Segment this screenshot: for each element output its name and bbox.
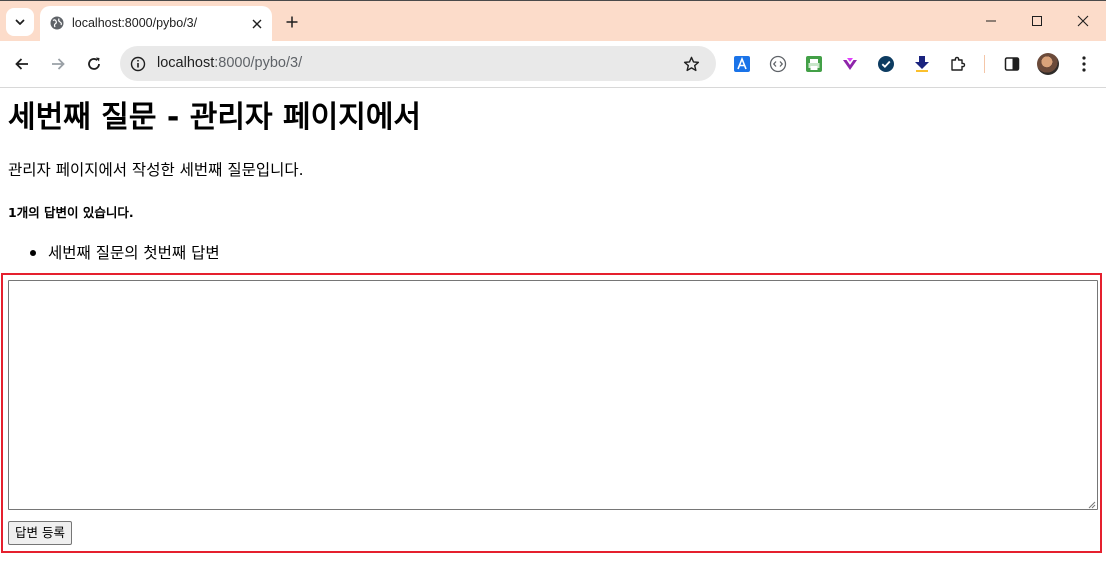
- translate-icon: [733, 55, 751, 73]
- minimize-button[interactable]: [968, 7, 1014, 35]
- tab-strip: localhost:8000/pybo/3/: [0, 0, 1106, 42]
- tab-title: localhost:8000/pybo/3/: [72, 16, 198, 30]
- reload-icon: [86, 56, 102, 72]
- chevron-down-icon: [14, 16, 26, 28]
- minimize-icon: [985, 15, 997, 27]
- address-bar[interactable]: localhost:8000/pybo/3/: [120, 46, 716, 81]
- close-window-button[interactable]: [1060, 7, 1106, 35]
- answer-item: 세번째 질문의 첫번째 답변: [0, 242, 220, 264]
- reload-button[interactable]: [82, 52, 106, 76]
- answer-text: 세번째 질문의 첫번째 답변: [48, 244, 220, 262]
- puzzle-icon: [949, 55, 967, 73]
- profile-avatar[interactable]: [1037, 53, 1059, 75]
- new-tab-button[interactable]: [282, 12, 302, 32]
- bullet-icon: [30, 250, 36, 256]
- site-info-icon[interactable]: [128, 54, 148, 74]
- back-button[interactable]: [10, 52, 34, 76]
- active-tab[interactable]: localhost:8000/pybo/3/: [40, 6, 272, 42]
- question-content: 관리자 페이지에서 작성한 세번째 질문입니다.: [8, 161, 304, 179]
- maximize-button[interactable]: [1014, 7, 1060, 35]
- arrow-left-icon: [14, 56, 30, 72]
- more-vertical-icon: [1082, 56, 1086, 72]
- toolbar-divider: [984, 55, 985, 73]
- forward-button[interactable]: [46, 52, 70, 76]
- bookmark-star-icon[interactable]: [681, 54, 701, 74]
- code-extension[interactable]: [767, 53, 789, 75]
- printer-extension[interactable]: [803, 53, 825, 75]
- spark-icon: [841, 55, 859, 73]
- printer-icon: [805, 55, 823, 73]
- resize-grip-icon[interactable]: [1087, 500, 1096, 509]
- extensions-button[interactable]: [947, 53, 969, 75]
- page-content: 세번째 질문 - 관리자 페이지에서 관리자 페이지에서 작성한 세번째 질문입…: [0, 88, 1106, 569]
- check-extension[interactable]: [875, 53, 897, 75]
- spark-extension[interactable]: [839, 53, 861, 75]
- tab-search-button[interactable]: [6, 8, 34, 36]
- url-host: localhost: [157, 55, 215, 71]
- globe-icon: [49, 15, 65, 31]
- answer-content-textarea[interactable]: [8, 280, 1098, 510]
- arrow-right-icon: [50, 56, 66, 72]
- download-extension[interactable]: [911, 53, 933, 75]
- browser-toolbar: localhost:8000/pybo/3/: [0, 41, 1106, 88]
- code-icon: [769, 55, 787, 73]
- side-panel-button[interactable]: [1001, 53, 1023, 75]
- answer-count: 1개의 답변이 있습니다.: [8, 205, 134, 220]
- url-text[interactable]: localhost:8000/pybo/3/: [157, 55, 302, 71]
- question-title: 세번째 질문 - 관리자 페이지에서: [8, 100, 422, 135]
- answer-list: 세번째 질문의 첫번째 답변: [0, 242, 220, 264]
- side-panel-icon: [1003, 55, 1021, 73]
- close-tab-icon[interactable]: [248, 15, 266, 33]
- maximize-icon: [1031, 15, 1043, 27]
- translate-extension[interactable]: [731, 53, 753, 75]
- download-arrow-icon: [913, 55, 931, 73]
- close-icon: [1077, 15, 1089, 27]
- url-path: :8000/pybo/3/: [214, 55, 303, 71]
- plus-icon: [286, 16, 298, 28]
- check-circle-icon: [877, 55, 895, 73]
- submit-answer-button[interactable]: 답변 등록: [8, 521, 72, 545]
- browser-menu-button[interactable]: [1073, 53, 1095, 75]
